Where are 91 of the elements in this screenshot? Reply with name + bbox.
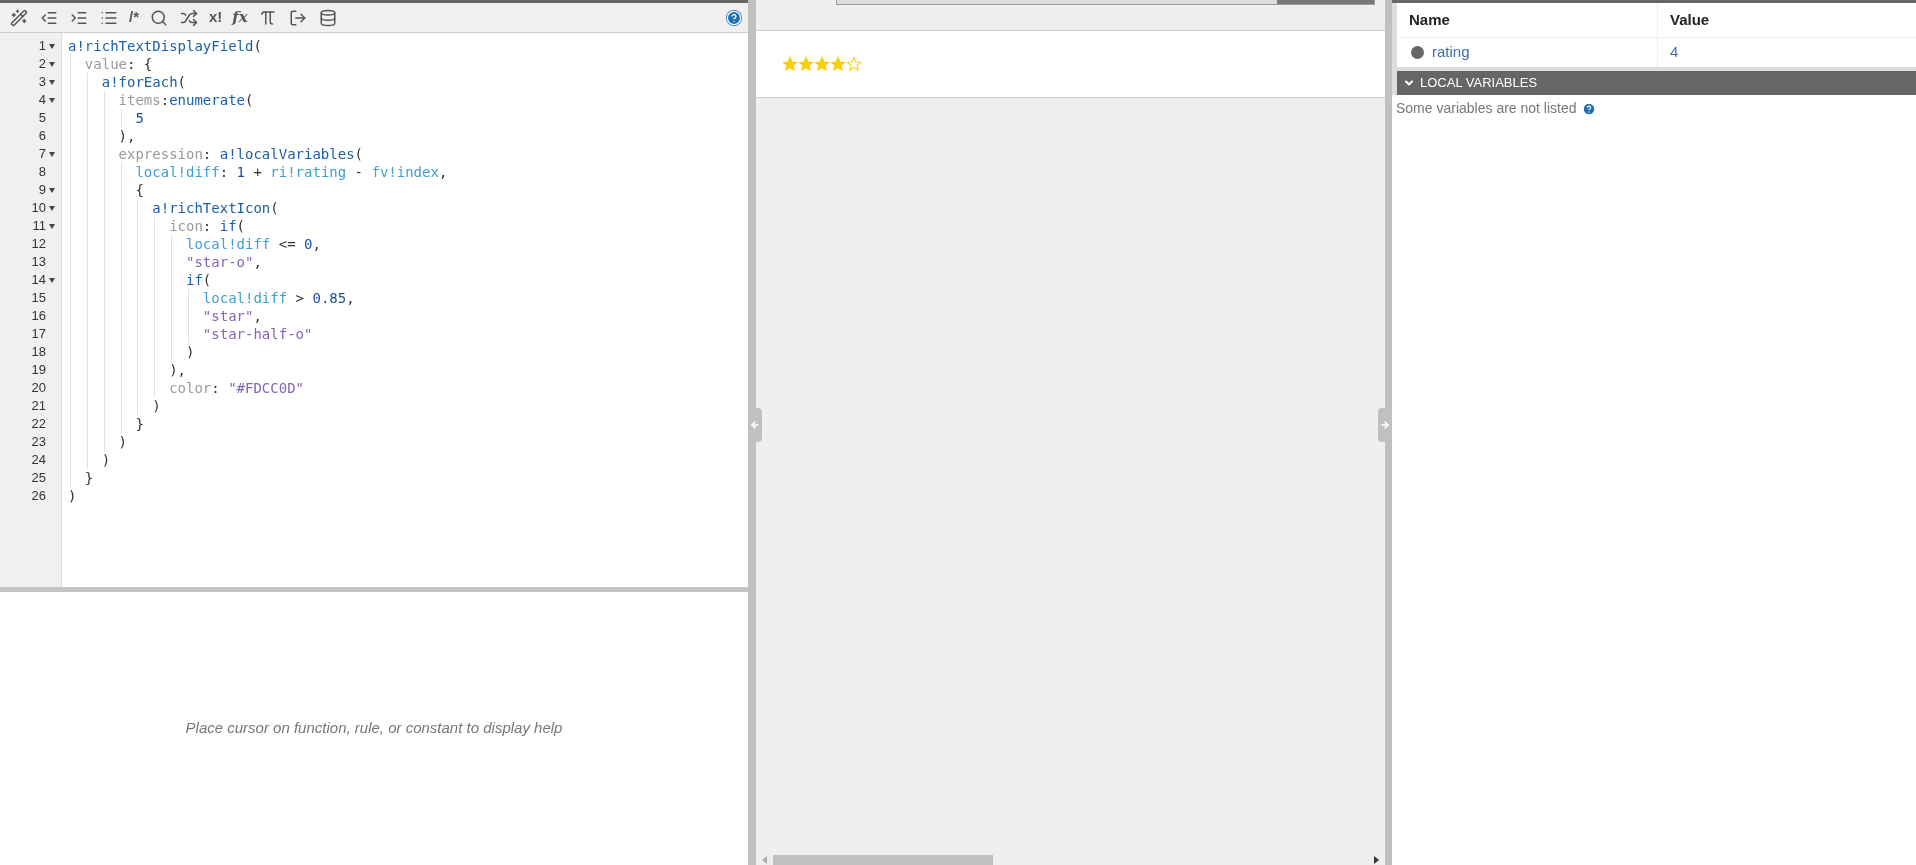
code-line: value: { bbox=[83, 54, 153, 74]
code-line: color: "#FDCC0D" bbox=[168, 378, 304, 398]
code-line: ), bbox=[117, 126, 136, 146]
code-line: } bbox=[134, 414, 144, 434]
code-line: a!richTextIcon( bbox=[151, 198, 279, 218]
line-number: 4 bbox=[38, 91, 46, 110]
toolbar-button[interactable]: /* bbox=[124, 4, 144, 31]
line-number: 24 bbox=[31, 451, 46, 470]
code-line: icon: if( bbox=[168, 216, 245, 236]
fold-caret-icon[interactable] bbox=[48, 79, 55, 85]
variables-note: Some variables are not listed bbox=[1396, 99, 1577, 118]
variable-value[interactable]: 4 bbox=[1670, 41, 1679, 64]
code-line: items:enumerate( bbox=[117, 90, 254, 110]
scroll-right-icon bbox=[1374, 856, 1379, 864]
arrow-left-icon bbox=[750, 420, 760, 430]
code-line: local!diff > 0.85, bbox=[201, 288, 355, 308]
fold-caret-icon[interactable] bbox=[48, 223, 55, 229]
search-icon bbox=[150, 8, 168, 27]
wand-icon bbox=[10, 8, 28, 27]
line-number: 22 bbox=[31, 415, 46, 434]
star-icon bbox=[798, 56, 814, 72]
code-line: a!forEach( bbox=[100, 72, 186, 92]
code-line: local!diff <= 0, bbox=[185, 234, 321, 254]
line-number: 21 bbox=[31, 397, 46, 416]
scrollbar[interactable] bbox=[836, 0, 1375, 5]
line-number: 2 bbox=[38, 55, 46, 74]
code-line: ) bbox=[100, 450, 111, 470]
line-number: 7 bbox=[38, 145, 46, 164]
pi-icon bbox=[258, 8, 277, 27]
toolbar-button[interactable]: fx bbox=[227, 4, 253, 31]
line-number: 18 bbox=[31, 343, 46, 362]
line-number: 12 bbox=[31, 235, 46, 254]
star-icon bbox=[814, 56, 830, 72]
fold-caret-icon[interactable] bbox=[48, 61, 55, 67]
code-line: local!diff: 1 + ri!rating - fv!index, bbox=[134, 162, 448, 182]
fold-caret-icon[interactable] bbox=[48, 151, 55, 157]
arrow-right-icon bbox=[1380, 420, 1390, 430]
toolbar-button[interactable]: x! bbox=[204, 4, 228, 31]
line-number: 26 bbox=[31, 487, 46, 506]
code-line: ) bbox=[151, 396, 161, 416]
code-line: a!richTextDisplayField( bbox=[68, 36, 262, 56]
star-outline-icon bbox=[846, 56, 862, 72]
code-line: ) bbox=[68, 486, 77, 506]
collapse-right-handle[interactable] bbox=[1378, 408, 1392, 442]
line-number: 11 bbox=[32, 217, 46, 236]
line-number: 8 bbox=[38, 163, 46, 182]
code-line: "star", bbox=[201, 306, 262, 326]
fold-caret-icon[interactable] bbox=[48, 277, 55, 283]
scroll-left-icon bbox=[762, 856, 767, 864]
help-icon bbox=[726, 9, 742, 26]
shuffle-icon bbox=[180, 8, 198, 27]
line-number: 23 bbox=[31, 433, 46, 452]
fold-caret-icon[interactable] bbox=[48, 187, 55, 193]
database-icon bbox=[318, 8, 337, 27]
code-line: "star-half-o" bbox=[201, 324, 313, 344]
variable-name[interactable]: rating bbox=[1432, 41, 1470, 64]
line-number: 17 bbox=[31, 325, 46, 344]
line-number: 6 bbox=[38, 127, 46, 146]
line-number: 16 bbox=[31, 307, 46, 326]
line-number: 1 bbox=[38, 37, 46, 56]
line-number: 9 bbox=[38, 181, 46, 200]
line-number: 3 bbox=[38, 73, 46, 92]
code-line: "star-o", bbox=[185, 252, 262, 272]
star-icon bbox=[830, 56, 846, 72]
line-number: 10 bbox=[31, 199, 46, 218]
local-variables-header[interactable]: LOCAL VARIABLES bbox=[1397, 71, 1916, 95]
help-icon bbox=[1581, 101, 1596, 116]
help-message: Place cursor on function, rule, or constant to display help bbox=[185, 718, 563, 739]
code-line: } bbox=[83, 468, 94, 488]
star-icon bbox=[782, 56, 798, 72]
code-line: expression: a!localVariables( bbox=[117, 144, 363, 164]
fold-caret-icon[interactable] bbox=[48, 97, 55, 103]
code-line: if( bbox=[185, 270, 212, 290]
code-line: 5 bbox=[134, 108, 144, 128]
help-button[interactable] bbox=[726, 9, 742, 26]
line-number: 15 bbox=[31, 289, 46, 308]
code-line: { bbox=[134, 180, 144, 200]
line-number: 5 bbox=[38, 109, 46, 128]
code-line: ) bbox=[185, 342, 195, 362]
code-line: ) bbox=[117, 432, 127, 452]
line-number: 13 bbox=[31, 253, 46, 272]
code-line: ), bbox=[168, 360, 186, 380]
column-header: Name bbox=[1397, 3, 1658, 37]
fold-caret-icon[interactable] bbox=[48, 43, 55, 49]
line-number: 19 bbox=[31, 361, 46, 380]
fold-caret-icon[interactable] bbox=[48, 205, 55, 211]
line-number: 14 bbox=[31, 271, 46, 290]
column-header: Value bbox=[1669, 9, 1711, 30]
export-icon bbox=[288, 8, 307, 27]
line-number: 20 bbox=[31, 379, 46, 398]
line-number: 25 bbox=[31, 469, 46, 488]
